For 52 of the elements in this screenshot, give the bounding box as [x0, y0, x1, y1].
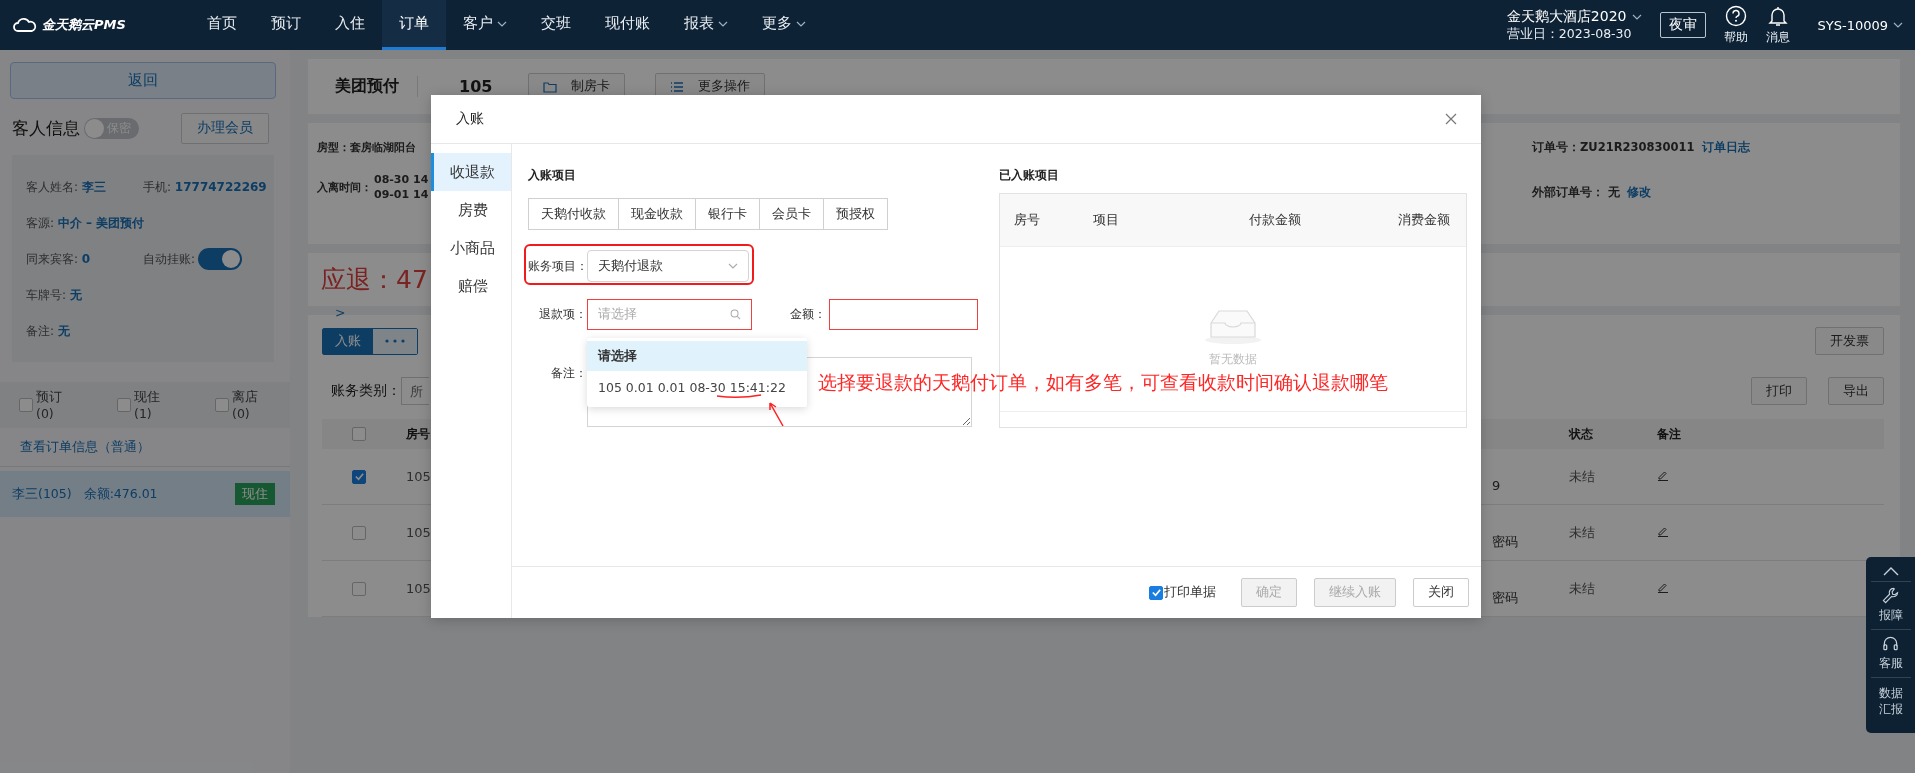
filter-label: 现住(1): [134, 389, 161, 421]
business-day: 营业日：2023-08-30: [1506, 25, 1642, 42]
table-cell-text: 未结: [1569, 579, 1596, 598]
section-title: 入账项目: [528, 167, 577, 183]
annotation-text: 选择要退款的天鹅付订单，如有多笔，可查看收款时间确认退款哪笔: [818, 370, 1388, 395]
companions-field: 同来宾客: 0: [26, 250, 91, 268]
table-cell-text: 9: [1492, 477, 1502, 493]
table-cell-text: 未结: [1569, 467, 1596, 486]
column-header: 项目: [1093, 211, 1120, 229]
dialog-title: 入账: [456, 110, 484, 128]
table-cell-text: 密码: [1492, 532, 1519, 551]
status-tag: 现住: [235, 483, 275, 505]
table-cell-text: 密码: [1492, 588, 1519, 607]
amount-label: 金额：: [789, 306, 826, 323]
guest-balance: 余额:476.01: [83, 485, 158, 503]
guest-name-field: 客人姓名: 李三: [26, 178, 106, 196]
order-number: 订单号：ZU21R230830011: [1532, 140, 1695, 156]
column-header: 消费金额: [1397, 211, 1451, 229]
print-receipt-label: 打印单据: [1164, 584, 1216, 601]
filter-label: 离店(0): [232, 389, 259, 421]
column-header: 付款金额: [1249, 211, 1302, 229]
remark-label: 备注：: [550, 365, 587, 382]
account-item-label: 账务项目：: [528, 257, 587, 275]
refund-due-amount: 应退：47: [321, 263, 428, 296]
source-field: 客源: 中介 – 美团预付: [26, 214, 145, 232]
column-header: 房号: [406, 426, 430, 441]
stay-label: 入离时间：: [317, 179, 372, 195]
section-title: 已入账项目: [999, 167, 1060, 183]
stay-time: 08-30 14: [374, 173, 429, 187]
room-type-field: 房型：套房临湖阳台: [317, 140, 429, 156]
remark-field: 备注: 无: [26, 322, 70, 340]
refund-item-label: 退款项：: [538, 306, 587, 323]
table-cell: 105: [406, 469, 431, 484]
empty-text: 暂无数据: [1209, 350, 1257, 368]
table-cell: 105: [406, 581, 431, 596]
table-cell: 105: [406, 525, 431, 540]
category-label: 账务类别：: [330, 382, 401, 400]
order-source: 美团预付: [335, 76, 418, 98]
phone-field: 手机: 17774722269: [143, 178, 267, 196]
brand-name: 金天鹅云PMS: [42, 16, 126, 34]
filter-label: 预订(0): [36, 389, 63, 421]
column-header: 备注: [1657, 425, 1682, 443]
room-number: 105: [459, 77, 493, 97]
section-title: 客人信息: [12, 116, 80, 140]
column-header: 状态: [1569, 425, 1594, 443]
plate-field: 车牌号: 无: [26, 286, 82, 304]
column-header: 房号: [1013, 211, 1041, 229]
guest-name: 李三(105): [12, 485, 72, 503]
external-order-number: 外部订单号： 无: [1532, 185, 1620, 201]
stay-time: 09-01 14: [374, 188, 429, 202]
table-cell-text: 未结: [1569, 523, 1596, 542]
auto-charge-label: 自动挂账:: [143, 250, 196, 268]
